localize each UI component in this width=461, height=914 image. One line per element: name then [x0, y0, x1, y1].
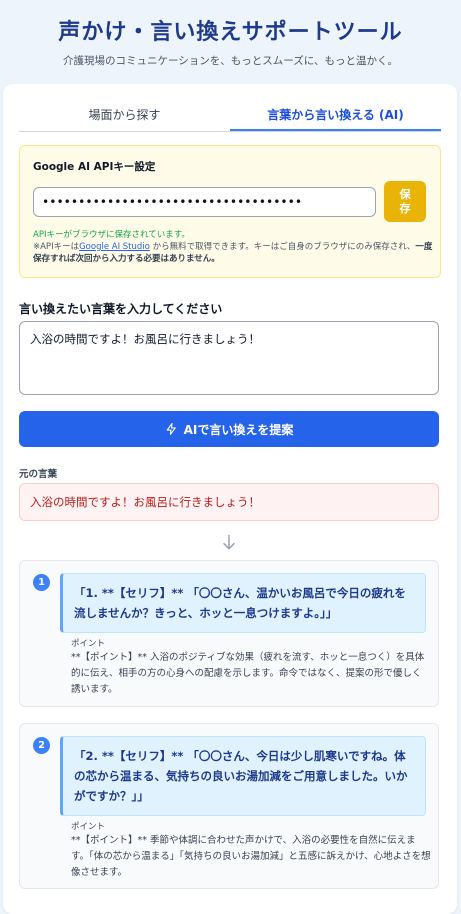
main-card: 場面から探す 言葉から言い換える (AI) Google AI APIキー設定 …: [3, 84, 457, 914]
api-key-input[interactable]: [33, 187, 376, 217]
tab-ai-rephrase[interactable]: 言葉から言い換える (AI): [230, 100, 441, 131]
ai-suggest-label: AIで言い換えを提案: [183, 422, 294, 437]
point-label: ポイント: [71, 639, 106, 649]
phrase-input[interactable]: 入浴の時間ですよ！お風呂に行きましょう！: [19, 321, 439, 395]
point-text: **【ポイント】** 入浴のポジティブな効果（疲れを流す、ホッと一息つく）を具体…: [71, 652, 425, 695]
suggestion-quote: 「1. **【セリフ】** 「〇〇さん、温かいお風呂で今日の疲れを流しませんか？…: [60, 573, 426, 633]
save-api-key-button[interactable]: 保存: [384, 181, 426, 222]
page-header: 声かけ・言い換えサポートツール 介護現場のコミュニケーションを、もっとスムーズに…: [0, 0, 461, 70]
api-note: ※APIキーはGoogle AI Studio から無料で取得できます。キーはご…: [33, 241, 433, 265]
save-label: 保存: [399, 187, 411, 215]
api-note-middle: から無料で取得できます。キーはご自身のブラウザにのみ保存され、: [152, 242, 416, 252]
page-title: 声かけ・言い換えサポートツール: [58, 20, 403, 45]
suggestion-card-2: 2 「2. **【セリフ】** 「〇〇さん、今日は少し肌寒いですね。体の芯から温…: [19, 723, 439, 889]
lightning-icon: [166, 423, 176, 435]
google-ai-studio-link[interactable]: Google AI Studio: [79, 242, 150, 252]
suggestion-number-badge: 1: [33, 574, 50, 591]
page-subtitle: 介護現場のコミュニケーションを、もっとスムーズに、もっと温かく。: [63, 55, 398, 67]
phrase-input-label: 言い換えたい言葉を入力してください: [19, 302, 223, 316]
tab-bar: 場面から探す 言葉から言い換える (AI): [19, 100, 441, 132]
api-note-prefix: ※APIキーは: [33, 242, 80, 252]
api-key-panel: Google AI APIキー設定 保存 APIキーがブラウザに保存されています…: [19, 145, 441, 278]
suggestion-quote: 「2. **【セリフ】** 「〇〇さん、今日は少し肌寒いですね。体の芯から温まる…: [60, 736, 426, 816]
point-label: ポイント: [71, 822, 106, 832]
arrow-down-icon: [223, 534, 235, 550]
point-text: **【ポイント】** 季節や体調に合わせた声かけで、入浴の必要性を自然に伝えます…: [71, 835, 431, 878]
suggestion-card-1: 1 「1. **【セリフ】** 「〇〇さん、温かいお風呂で今日の疲れを流しません…: [19, 560, 439, 707]
api-saved-message: APIキーがブラウザに保存されています。: [33, 230, 190, 240]
tab-scene-search[interactable]: 場面から探す: [19, 100, 230, 131]
api-key-title: Google AI APIキー設定: [33, 161, 156, 173]
original-label: 元の言葉: [19, 469, 58, 480]
original-text: 入浴の時間ですよ！お風呂に行きましょう！: [19, 483, 439, 521]
suggestion-number-badge: 2: [33, 737, 50, 754]
ai-suggest-button[interactable]: AIで言い換えを提案: [19, 411, 439, 447]
